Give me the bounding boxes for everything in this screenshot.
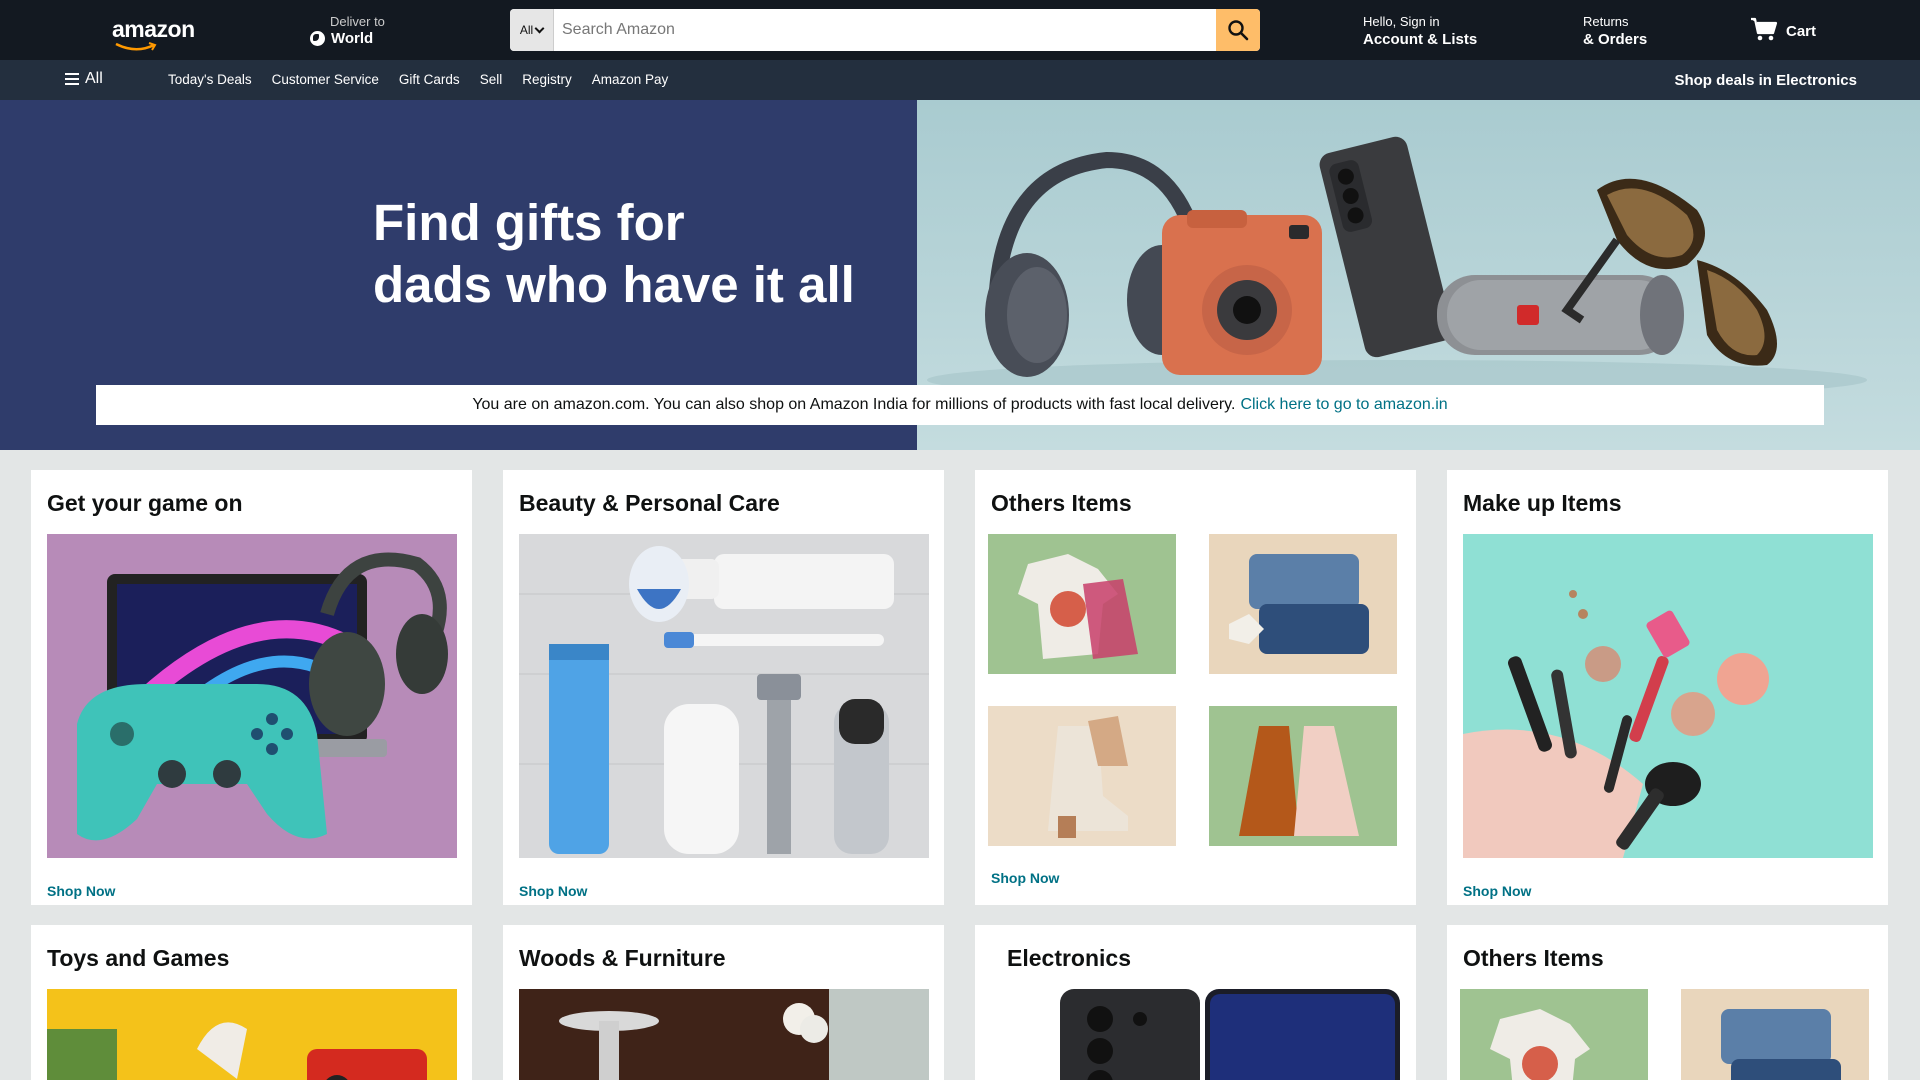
returns-orders[interactable]: Returns & Orders: [1583, 14, 1647, 48]
cart-button[interactable]: Cart: [1750, 16, 1816, 42]
card-title: Electronics: [1007, 945, 1131, 971]
card-title: Others Items: [991, 490, 1132, 516]
shop-now-link[interactable]: Shop Now: [47, 883, 115, 899]
returns-label: Returns: [1583, 14, 1629, 29]
search-category-label: All: [519, 23, 534, 37]
card-title: Toys and Games: [47, 945, 230, 971]
chevron-down-icon: [534, 23, 545, 33]
card-makeup: Make up Items Shop Now: [1447, 470, 1888, 905]
boots-illustration: [1048, 716, 1128, 838]
card-title: Make up Items: [1463, 490, 1622, 516]
account-lists[interactable]: Hello, Sign in Account & Lists: [1363, 14, 1477, 48]
account-label: Account & Lists: [1363, 31, 1478, 48]
search-input[interactable]: [554, 9, 1216, 51]
signin-greeting: Hello, Sign in: [1363, 14, 1440, 29]
top-navigation: amazon Deliver to World All Hello, Sign …: [0, 0, 1920, 60]
card-title: Beauty & Personal Care: [519, 490, 780, 516]
card-beauty-image[interactable]: [519, 534, 929, 858]
card-furniture: Woods & Furniture: [503, 925, 944, 1080]
subnav-link-amazon-pay[interactable]: Amazon Pay: [592, 72, 669, 87]
jeans-illustration: [1721, 1009, 1841, 1080]
others-item-jeans-image[interactable]: [1209, 534, 1397, 674]
smartphones-illustration: [1060, 989, 1400, 1080]
card-title: Woods & Furniture: [519, 945, 726, 971]
deliver-location: World: [331, 30, 374, 47]
search-bar: All: [510, 9, 1260, 51]
card-game-image[interactable]: [47, 534, 457, 858]
card-others-items-2: Others Items: [1447, 925, 1888, 1080]
gaming-illustration: [77, 552, 448, 841]
card-makeup-image[interactable]: [1463, 534, 1873, 858]
hero-headline-line2: dads who have it all: [373, 256, 855, 313]
sub-navigation: All Today's Deals Customer Service Gift …: [0, 60, 1920, 100]
amazon-in-link[interactable]: Click here to go to amazon.in: [1240, 396, 1447, 414]
furniture-illustration: [559, 989, 929, 1080]
search-icon: [1228, 20, 1249, 41]
others-item-boots-image[interactable]: [988, 706, 1176, 846]
search-category-select[interactable]: All: [510, 9, 554, 51]
card-electronics-image[interactable]: [1060, 989, 1400, 1080]
hero-banner[interactable]: Find gifts for dads who have it all You …: [0, 100, 1920, 450]
others-item-dresses-image[interactable]: [1209, 706, 1397, 846]
card-furniture-image[interactable]: [519, 989, 929, 1080]
toys-illustration: [47, 1022, 427, 1080]
subnav-link-registry[interactable]: Registry: [522, 72, 572, 87]
deliver-label: Deliver to: [330, 14, 385, 29]
card-toys-image[interactable]: [47, 989, 457, 1080]
all-menu-button[interactable]: All: [65, 70, 103, 88]
dresses-illustration: [1239, 726, 1359, 836]
deliver-to[interactable]: Deliver to World: [310, 14, 385, 47]
subnav-link-customer-service[interactable]: Customer Service: [272, 72, 379, 87]
amazon-logo[interactable]: amazon: [112, 16, 195, 51]
card-others-items: Others Items Shop Now: [975, 470, 1416, 905]
shop-now-link[interactable]: Shop Now: [519, 883, 587, 899]
hero-headline-line1: Find gifts for: [373, 194, 685, 251]
orders-label: & Orders: [1583, 31, 1648, 48]
hero-headline: Find gifts for dads who have it all: [373, 192, 855, 316]
beauty-products-illustration: [519, 546, 929, 854]
region-notice-text: You are on amazon.com. You can also shop…: [472, 396, 1236, 413]
subnav-link-todays-deals[interactable]: Today's Deals: [168, 72, 252, 87]
all-menu-label: All: [85, 70, 103, 87]
card-electronics: Electronics: [975, 925, 1416, 1080]
shop-deals-electronics-link[interactable]: Shop deals in Electronics: [1674, 72, 1857, 89]
card-title: Others Items: [1463, 945, 1604, 971]
card-toys: Toys and Games: [31, 925, 472, 1080]
card-game: Get your game on Shop Now: [31, 470, 472, 905]
card-beauty: Beauty & Personal Care Shop Now: [503, 470, 944, 905]
card-title: Get your game on: [47, 490, 243, 516]
search-button[interactable]: [1216, 9, 1260, 51]
logo-text: amazon: [112, 16, 195, 42]
others-item-tops-image[interactable]: [1460, 989, 1648, 1080]
shop-now-link[interactable]: Shop Now: [1463, 883, 1531, 899]
subnav-link-gift-cards[interactable]: Gift Cards: [399, 72, 460, 87]
cart-icon: [1751, 17, 1778, 41]
subnav-links: Today's Deals Customer Service Gift Card…: [168, 72, 668, 87]
others-item-tops-image[interactable]: [988, 534, 1176, 674]
tshirt-illustration: [1018, 554, 1138, 659]
others-item-jeans-image[interactable]: [1681, 989, 1869, 1080]
shop-now-link[interactable]: Shop Now: [991, 870, 1059, 886]
logo-smile-icon: [115, 42, 157, 51]
jeans-illustration: [1229, 554, 1369, 654]
region-notice: You are on amazon.com. You can also shop…: [96, 385, 1824, 425]
cart-label: Cart: [1786, 22, 1817, 40]
subnav-link-sell[interactable]: Sell: [480, 72, 503, 87]
hamburger-icon: [65, 73, 79, 85]
makeup-illustration: [1463, 590, 1769, 858]
tshirt-illustration: [1490, 1009, 1590, 1080]
globe-icon: [310, 31, 325, 46]
